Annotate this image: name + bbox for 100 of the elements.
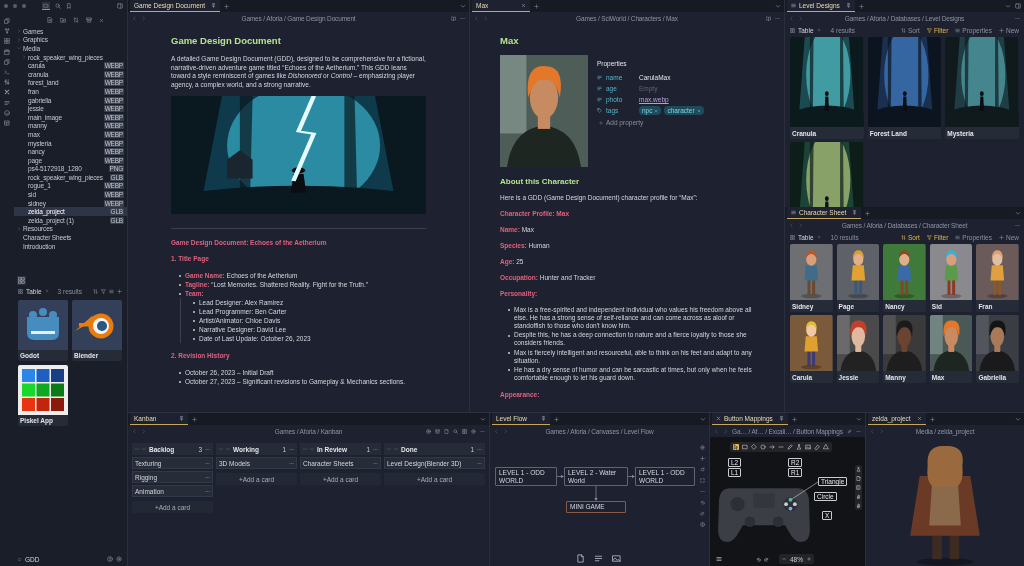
new-tab-icon[interactable] [534,3,539,9]
help-icon[interactable] [107,556,113,562]
new-tab-icon[interactable] [858,3,864,9]
shapes-icon[interactable] [823,444,829,450]
more-icon[interactable] [460,15,465,21]
reading-view-icon[interactable] [451,15,456,21]
more-icon[interactable] [700,489,705,494]
zoom-in-icon[interactable] [700,456,705,461]
forward-icon[interactable] [798,222,803,228]
pages-icon[interactable] [4,18,10,24]
more-icon[interactable] [373,446,378,452]
terminal-icon[interactable] [4,68,10,75]
new-tab-icon[interactable] [791,416,797,422]
media-icon[interactable] [612,554,621,563]
forward-icon[interactable] [483,15,488,21]
smile-icon[interactable] [4,109,10,116]
pin-icon[interactable] [179,416,184,421]
vault-switch-icon[interactable] [17,556,22,562]
grid-icon[interactable] [4,38,10,45]
search-icon[interactable] [55,3,61,9]
remove-icon[interactable] [696,108,701,113]
window-button[interactable] [13,4,17,8]
file-icon[interactable] [444,428,449,434]
settings-icon[interactable] [116,556,122,562]
undo-icon[interactable] [756,556,761,562]
forward-icon[interactable] [798,15,803,21]
chevron-down-icon[interactable] [460,3,466,9]
diamond-icon[interactable] [751,444,757,450]
collapse-icon[interactable] [99,17,104,23]
chevron-down-icon[interactable] [700,416,706,422]
arrow-icon[interactable] [769,444,775,450]
link-icon[interactable] [847,428,852,434]
ellipse-icon[interactable] [760,444,766,450]
new-tab-icon[interactable] [865,210,871,216]
grab-icon[interactable] [856,503,861,508]
chevron-down-icon[interactable] [480,416,486,422]
pin-icon[interactable] [541,416,546,421]
more-icon[interactable] [289,446,294,452]
file-icon[interactable] [856,476,861,481]
more-icon[interactable] [856,428,861,434]
redo-icon[interactable] [764,556,769,562]
more-icon[interactable] [775,15,780,21]
forward-icon[interactable] [503,428,508,434]
remove-icon[interactable] [654,108,659,113]
forward-icon[interactable] [879,428,884,434]
window-button[interactable] [22,4,26,8]
more-icon[interactable] [1015,222,1020,228]
library-icon[interactable] [856,485,861,490]
more-icon[interactable] [205,460,210,466]
window-button[interactable] [4,4,8,8]
sliders-icon[interactable] [4,79,10,86]
new-note-icon[interactable] [47,17,53,23]
zoom-out-icon[interactable] [782,557,786,561]
pin-icon[interactable] [211,3,217,8]
fit-icon[interactable] [700,478,705,483]
back-icon[interactable] [789,15,794,21]
more-icon[interactable] [205,474,210,480]
hand-icon[interactable] [856,494,861,499]
menu-icon[interactable] [716,556,722,562]
new-tab-icon[interactable] [224,3,230,9]
pin-icon[interactable] [852,210,858,215]
close-icon[interactable] [521,3,526,8]
sort-icon[interactable] [73,17,79,23]
sort-icon[interactable] [93,288,98,294]
pencil-icon[interactable] [787,444,793,450]
chevron-down-icon[interactable] [1005,3,1011,9]
grid-icon[interactable] [17,275,26,285]
redo-icon[interactable] [700,511,705,516]
more-icon[interactable] [205,488,210,494]
back-icon[interactable] [132,15,137,21]
back-icon[interactable] [474,15,479,21]
back-icon[interactable] [714,428,719,434]
folder-icon[interactable] [42,2,50,10]
more-icon[interactable] [373,460,378,466]
zoom-in-icon[interactable] [807,557,811,561]
settings-icon[interactable] [700,445,705,450]
settings-icon[interactable] [471,428,476,434]
add-icon[interactable] [426,428,431,434]
chevron-down-icon[interactable] [856,416,862,422]
add-icon[interactable] [117,288,122,294]
eraser-icon[interactable] [814,444,820,450]
line-icon[interactable] [778,444,784,450]
note-icon[interactable] [594,554,603,563]
reading-view-icon[interactable] [766,15,771,21]
forward-icon[interactable] [141,428,146,434]
chevron-down-icon[interactable] [1015,416,1021,422]
archive-icon[interactable] [86,17,92,23]
cross-icon[interactable] [4,89,10,96]
back-icon[interactable] [132,428,137,434]
chevron-down-icon[interactable] [775,3,781,9]
filter-icon[interactable] [101,288,106,294]
branch-icon[interactable] [4,28,10,35]
select-icon[interactable] [733,444,739,450]
search-icon[interactable] [453,428,458,434]
forward-icon[interactable] [723,428,728,434]
forward-icon[interactable] [141,15,146,21]
copy-icon[interactable] [4,58,10,65]
calendar-icon[interactable] [4,48,10,55]
document-icon[interactable] [4,99,10,106]
more-icon[interactable] [289,460,294,466]
